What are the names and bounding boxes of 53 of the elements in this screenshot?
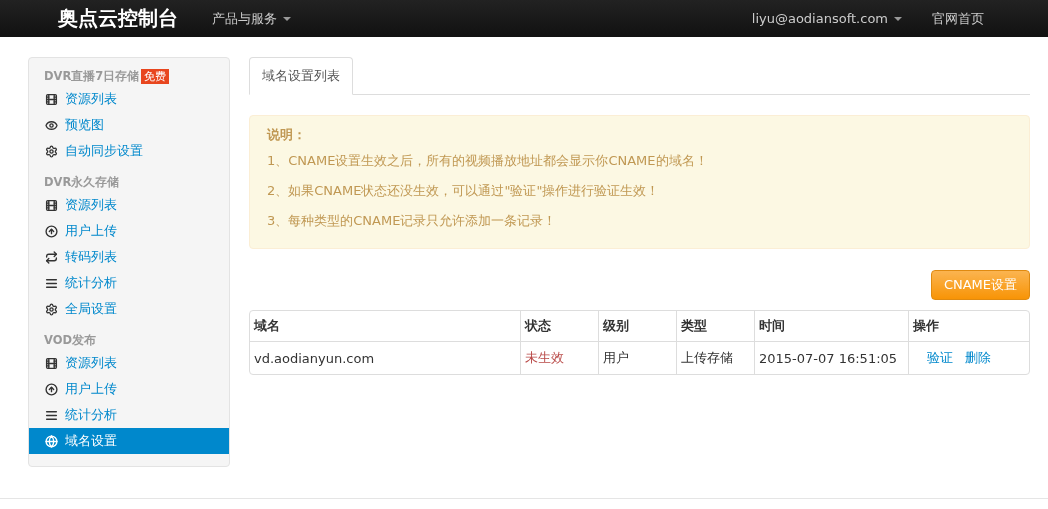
film-icon — [45, 198, 58, 212]
eye-icon — [45, 118, 58, 132]
sidebar-item[interactable]: 全局设置 — [29, 296, 229, 322]
sidebar-item[interactable]: 自动同步设置 — [29, 138, 229, 164]
sidebar-item[interactable]: 域名设置 — [29, 428, 229, 454]
table-cell: 上传存储 — [676, 341, 754, 374]
brand-title[interactable]: 奥点云控制台 — [58, 5, 178, 32]
sidebar-item[interactable]: 转码列表 — [29, 244, 229, 270]
sidebar-item[interactable]: 统计分析 — [29, 402, 229, 428]
section-title: VOD发布 — [44, 332, 97, 348]
table-cell: 用户 — [598, 341, 676, 374]
table-cell: 2015-07-07 16:51:05 — [754, 341, 908, 374]
repeat-icon — [45, 250, 58, 264]
sidebar-item[interactable]: 资源列表 — [29, 192, 229, 218]
film-icon — [45, 356, 58, 370]
sidebar-item[interactable]: 资源列表 — [29, 86, 229, 112]
column-header: 级别 — [598, 311, 676, 341]
column-header: 时间 — [754, 311, 908, 341]
settings-icon — [45, 144, 58, 158]
settings-icon — [45, 302, 58, 316]
column-header: 操作 — [908, 311, 1029, 341]
nav-menu[interactable]: 产品与服务 — [212, 9, 291, 28]
caret-icon — [283, 16, 291, 21]
film-icon — [45, 92, 58, 106]
upload-icon — [45, 382, 58, 396]
sidebar-item[interactable]: 用户上传 — [29, 376, 229, 402]
action-link[interactable]: 删除 — [965, 350, 991, 365]
sidebar-item[interactable]: 统计分析 — [29, 270, 229, 296]
column-header: 类型 — [676, 311, 754, 341]
nav-link[interactable]: liyu@aodiansoft.com — [751, 9, 902, 28]
free-badge: 免费 — [141, 68, 170, 84]
list-icon — [45, 276, 58, 290]
column-header: 域名 — [252, 317, 281, 335]
sidebar-item[interactable]: 资源列表 — [29, 350, 229, 376]
status-cell: 未生效 — [520, 341, 598, 374]
globe-icon — [45, 434, 58, 448]
sidebar-item[interactable]: 预览图 — [29, 112, 229, 138]
column-header: 状态 — [520, 311, 598, 341]
list-icon — [45, 408, 58, 422]
tab[interactable]: 域名设置列表 — [249, 57, 353, 95]
cname-button[interactable]: CNAME设置 — [930, 270, 1030, 300]
upload-icon — [45, 224, 58, 238]
action-link[interactable]: 验证 — [927, 350, 953, 365]
table-cell: vd.aodianyun.com — [250, 341, 520, 374]
caret-icon — [894, 16, 902, 21]
section-title: DVR直播7日存储 — [44, 68, 140, 84]
sidebar-item[interactable]: 用户上传 — [29, 218, 229, 244]
notice-line: 3、每种类型的CNAME记录只允许添加一条记录！ — [267, 212, 558, 230]
notice-line: 1、CNAME设置生效之后，所有的视频播放地址都会显示你CNAME的域名！ — [267, 152, 709, 170]
notice-line: 2、如果CNAME状态还没生效，可以通过"验证"操作进行验证生效！ — [267, 182, 661, 200]
notice-title: 说明： — [267, 126, 307, 144]
nav-link[interactable]: 官网首页 — [932, 9, 984, 28]
section-title: DVR永久存储 — [44, 174, 120, 190]
